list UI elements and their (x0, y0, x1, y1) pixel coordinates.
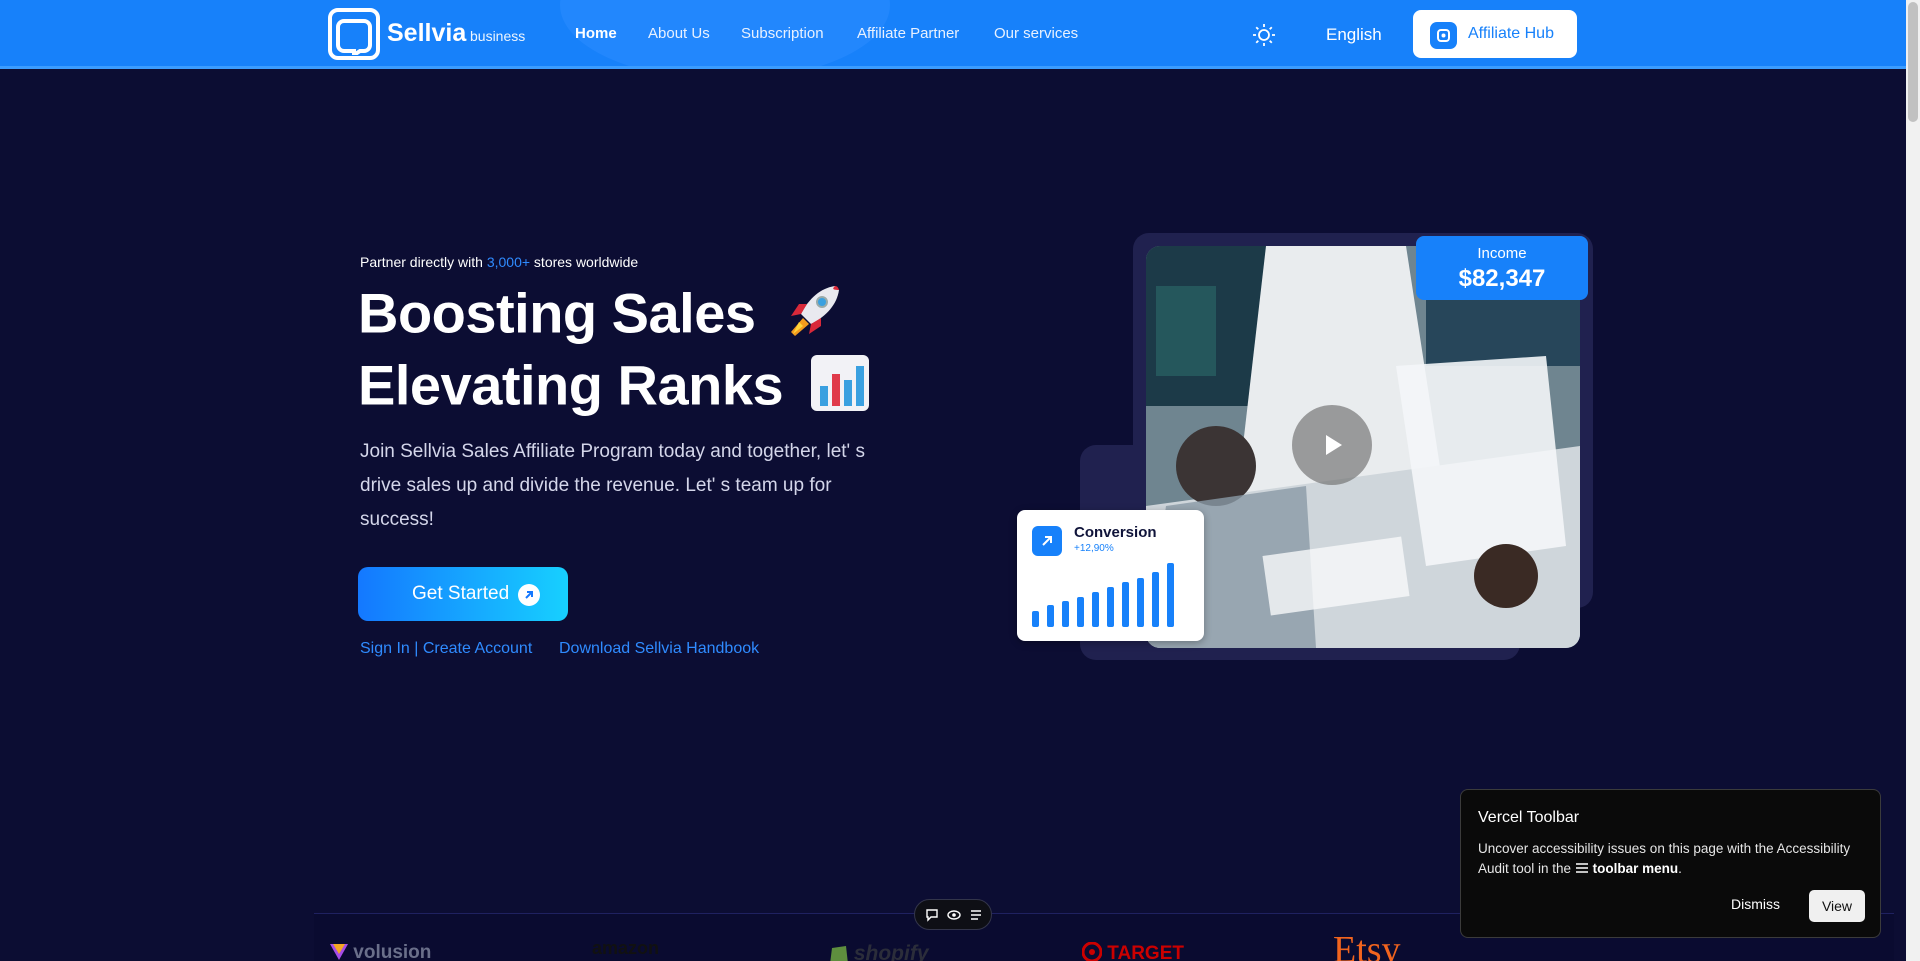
download-handbook-link[interactable]: Download Sellvia Handbook (559, 640, 759, 658)
brand-name[interactable]: Sellvia (387, 19, 466, 48)
conversion-bar (1062, 601, 1069, 627)
view-button-label: View (1821, 898, 1853, 914)
nav-about-us[interactable]: About Us (648, 25, 710, 42)
brand-subtitle: business (470, 28, 526, 44)
hero-description: Join Sellvia Sales Affiliate Program tod… (360, 441, 865, 530)
nav-our-services[interactable]: Our services (994, 25, 1078, 42)
income-card: Income $82,347 (1416, 236, 1588, 300)
sun-icon[interactable] (1252, 23, 1276, 52)
income-label: Income (1477, 245, 1527, 262)
hero-headline-1: Boosting Sales (358, 280, 845, 355)
partner-logo-target: TARGET (1081, 941, 1184, 961)
rocket-icon (781, 280, 845, 355)
menu-icon[interactable] (969, 908, 983, 927)
language-selector[interactable]: English (1326, 25, 1382, 45)
partner-logo-volusion: volusion (330, 942, 431, 961)
vercel-toolbar-pill[interactable] (914, 899, 992, 930)
tagline-highlight: 3,000+ (486, 254, 531, 270)
partner-logo-shopify: shopify (830, 942, 929, 961)
tagline-prefix: Partner directly with (360, 254, 487, 270)
hero-headline-2: Elevating Ranks (358, 352, 872, 427)
hub-icon (1430, 22, 1457, 49)
conversion-bar (1107, 587, 1114, 627)
eye-icon[interactable] (947, 908, 961, 927)
partner-shopify-text: shopify (853, 942, 929, 961)
nav-affiliate-partner[interactable]: Affiliate Partner (857, 25, 959, 42)
dismiss-button[interactable]: Dismiss (1731, 896, 1780, 912)
toast-body: Uncover accessibility issues on this pag… (1478, 839, 1870, 879)
nav-subscription[interactable]: Subscription (741, 25, 824, 42)
site-header: Sellvia business Home About Us Subscript… (0, 0, 1906, 69)
get-started-button[interactable]: Get Started (358, 567, 568, 621)
arrow-up-right-icon (518, 584, 540, 606)
partner-logo-etsy: Etsy (1333, 929, 1401, 961)
menu-icon (1575, 863, 1588, 873)
comment-icon[interactable] (925, 908, 939, 927)
toast-body-suffix: . (1678, 861, 1682, 876)
affiliate-hub-button[interactable]: Affiliate Hub (1413, 10, 1577, 58)
sellvia-logo-icon[interactable] (328, 8, 380, 60)
view-button[interactable]: View (1809, 890, 1865, 922)
conversion-bar (1047, 605, 1054, 627)
sign-in-link[interactable]: Sign In | Create Account (360, 640, 532, 658)
conversion-title: Conversion (1074, 524, 1157, 541)
scrollbar-track[interactable] (1906, 0, 1920, 961)
conversion-bar (1032, 611, 1039, 627)
partner-logo-amazon: amazon (592, 938, 660, 958)
conversion-card: Conversion +12,90% (1017, 510, 1204, 641)
trend-arrow-icon (1032, 526, 1062, 556)
tagline-suffix: stores worldwide (530, 254, 639, 270)
scrollbar-thumb[interactable] (1908, 2, 1918, 122)
conversion-bar (1092, 592, 1099, 627)
partner-volusion-text: volusion (353, 942, 432, 961)
conversion-bar (1077, 597, 1084, 627)
toast-body-bold: toolbar menu (1592, 861, 1679, 876)
play-video-button[interactable] (1292, 405, 1372, 485)
nav-home[interactable]: Home (575, 25, 617, 42)
bar-chart-icon (808, 352, 872, 427)
hero-tagline: Partner directly with 3,000+ stores worl… (360, 254, 638, 270)
headline-1-text: Boosting Sales (358, 281, 756, 345)
headline-2-text: Elevating Ranks (358, 353, 784, 417)
get-started-label: Get Started (412, 583, 510, 604)
conversion-bar (1122, 582, 1129, 627)
conversion-bar (1167, 563, 1174, 627)
conversion-delta: +12,90% (1074, 543, 1114, 554)
conversion-bar (1152, 572, 1159, 627)
vercel-toolbar-toast: Vercel Toolbar Uncover accessibility iss… (1460, 789, 1881, 938)
affiliate-hub-label: Affiliate Hub (1468, 25, 1554, 42)
partner-target-text: TARGET (1107, 943, 1184, 961)
conversion-bar (1137, 578, 1144, 627)
toast-title: Vercel Toolbar (1478, 809, 1580, 826)
income-value: $82,347 (1458, 265, 1546, 292)
